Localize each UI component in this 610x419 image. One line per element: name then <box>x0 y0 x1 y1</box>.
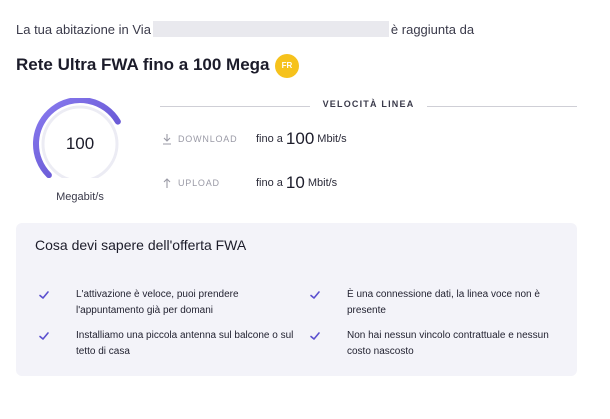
upload-label: UPLOAD <box>178 178 220 188</box>
download-prefix: fino a <box>256 133 283 145</box>
download-arrow-icon <box>163 134 171 145</box>
gauge-unit: Megabit/s <box>56 191 104 203</box>
info-title: Cosa devi sapere dell'offerta FWA <box>35 237 247 253</box>
feature-item: Non hai nessun vincolo contrattuale e ne… <box>309 328 569 360</box>
feature-item: L'attivazione è veloce, puoi prendere l'… <box>38 287 298 319</box>
speed-section-title: VELOCITÀ LINEA <box>322 99 415 109</box>
feature-item: Installiamo una piccola antenna sul balc… <box>38 328 298 360</box>
feature-text: È una connessione dati, la linea voce no… <box>347 289 540 316</box>
fr-badge-text: FR <box>281 61 293 70</box>
check-icon <box>310 291 320 299</box>
fr-badge-icon: FR <box>275 54 299 78</box>
address-suffix: è raggiunta da <box>390 21 475 37</box>
upload-row: UPLOAD fino a 10 Mbit/s <box>160 173 337 193</box>
upload-arrow-icon <box>163 178 171 188</box>
feature-text: Non hai nessun vincolo contrattuale e ne… <box>347 330 549 357</box>
gauge-value: 100 <box>65 134 95 153</box>
feature-text: L'attivazione è veloce, puoi prendere l'… <box>76 289 239 316</box>
upload-prefix: fino a <box>256 177 283 189</box>
download-unit: Mbit/s <box>317 133 347 145</box>
upload-value: 10 <box>285 173 305 192</box>
address-line: La tua abitazione in Via è raggiunta da <box>16 21 474 37</box>
address-redacted <box>152 21 389 37</box>
address-prefix: La tua abitazione in Via <box>16 21 151 37</box>
feature-item: È una connessione dati, la linea voce no… <box>309 287 569 319</box>
feature-text: Installiamo una piccola antenna sul balc… <box>76 330 294 357</box>
download-value: 100 <box>285 129 315 148</box>
divider <box>427 106 577 107</box>
upload-unit: Mbit/s <box>307 177 338 189</box>
check-icon <box>39 332 49 340</box>
offer-title: Rete Ultra FWA fino a 100 Mega <box>16 55 270 74</box>
download-row: DOWNLOAD fino a 100 Mbit/s <box>160 129 347 149</box>
check-icon <box>39 291 49 299</box>
check-icon <box>310 332 320 340</box>
divider <box>160 106 310 107</box>
download-label: DOWNLOAD <box>178 134 238 144</box>
